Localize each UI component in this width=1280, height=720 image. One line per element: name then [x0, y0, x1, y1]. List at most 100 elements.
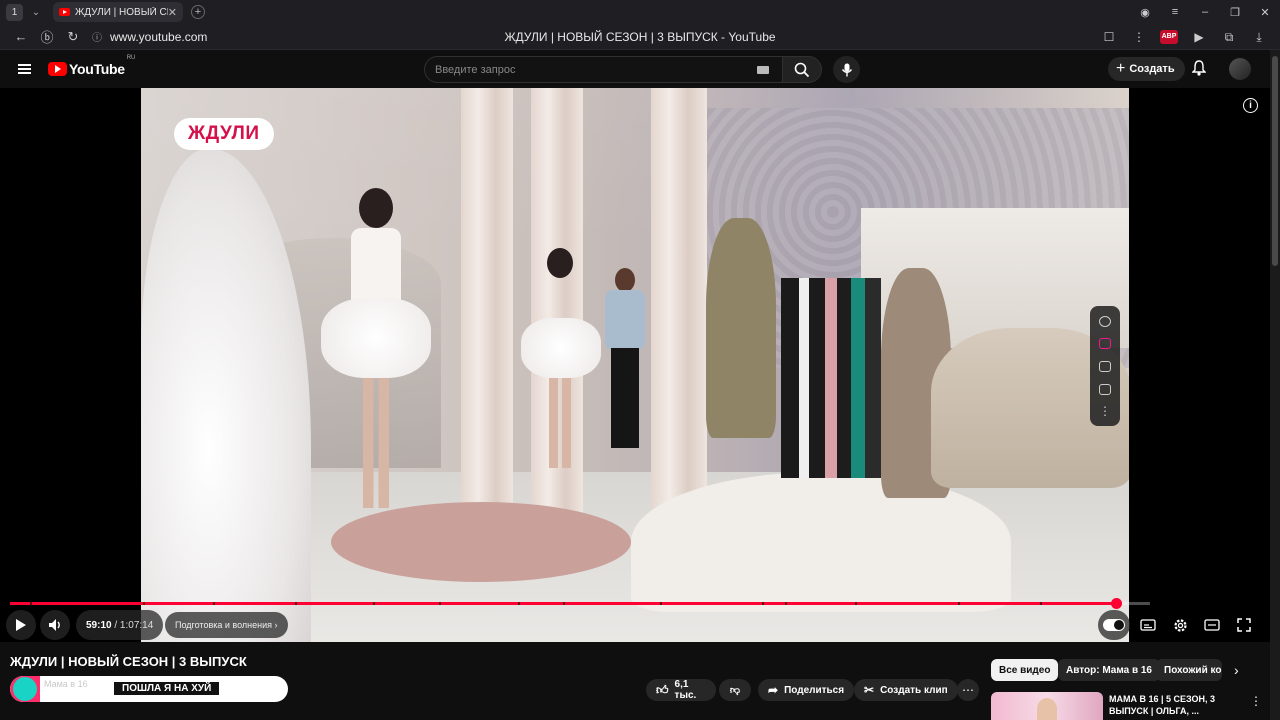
account-avatar[interactable] [1229, 58, 1251, 80]
chapter-marker [518, 602, 520, 605]
more-vert-icon[interactable]: ⋮ [1124, 30, 1154, 44]
minimize-button[interactable]: – [1190, 6, 1220, 18]
recommendation-thumbnail[interactable] [991, 692, 1103, 720]
thumbnail-face [1037, 698, 1057, 720]
browser-menu-icon[interactable]: ≡ [1160, 6, 1190, 18]
url-text: www.youtube.com [110, 29, 208, 44]
extensions-icon[interactable]: ⧉ [1214, 30, 1244, 45]
more-vert-icon[interactable]: ⋮ [1250, 694, 1262, 708]
clip-button[interactable]: ✂ Создать клип [854, 679, 958, 701]
channel-name[interactable]: Мама в 16 [44, 679, 88, 689]
autoplay-toggle[interactable] [1098, 610, 1130, 640]
mannequin [706, 218, 776, 438]
adblock-extension-icon[interactable]: ABP [1160, 30, 1178, 44]
video-player[interactable]: ЖДУЛИ i ⋮ 59:10 / 1:07:14 Подготовка и в… [0, 88, 1270, 642]
search-button[interactable] [782, 56, 822, 83]
youtube-favicon-icon [59, 8, 70, 16]
profile-icon[interactable]: ◉ [1130, 6, 1160, 19]
youtube-header: YouTube RU + Создать [0, 50, 1280, 88]
scrollbar-thumb[interactable] [1272, 56, 1278, 266]
chapter-marker [439, 602, 441, 605]
more-vert-icon[interactable]: ⋮ [1099, 405, 1111, 417]
hamburger-menu-icon[interactable] [0, 68, 48, 70]
pip-icon[interactable] [1099, 383, 1111, 395]
channel-avatar[interactable] [13, 677, 37, 701]
keyboard-icon[interactable] [757, 65, 769, 74]
logo-text: YouTube [69, 61, 125, 77]
download-icon[interactable]: ⤓ [1244, 30, 1274, 45]
plus-icon: + [1116, 60, 1126, 77]
chapter-label: Подготовка и волнения [175, 620, 272, 630]
reload-icon[interactable]: ↻ [60, 29, 86, 45]
chevron-down-icon[interactable]: ⌄ [27, 7, 45, 18]
share-icon: ➦ [768, 683, 779, 697]
chapter-marker [143, 602, 145, 605]
play-button[interactable] [6, 610, 36, 640]
create-label: Создать [1129, 63, 1175, 75]
protect-icon[interactable]: ⓑ [34, 27, 60, 46]
scissors-icon: ✂ [864, 683, 875, 697]
volume-button[interactable] [40, 610, 70, 640]
duration: / 1:07:14 [114, 619, 154, 631]
create-button[interactable]: + Создать [1108, 57, 1185, 81]
search-input[interactable] [435, 63, 757, 76]
chapter-marker [958, 602, 960, 605]
recommendation-title[interactable]: МАМА В 16 | 5 СЕЗОН, 3 ВЫПУСК | ОЛЬГА, .… [1109, 693, 1234, 717]
close-window-button[interactable]: ✕ [1250, 6, 1280, 19]
chapter-marker [762, 602, 764, 605]
channel-banner[interactable]: Мама в 16 ПОШЛА Я НА ХУЙ [10, 676, 288, 702]
tab-count-badge[interactable]: 1 [6, 3, 23, 21]
translate-icon[interactable] [1099, 338, 1111, 350]
person [601, 268, 649, 448]
thumbs-down-icon: 👎︎ [729, 685, 741, 696]
yandex-icon[interactable] [1099, 315, 1111, 327]
wedding-gown [141, 148, 311, 642]
like-button[interactable]: 👍︎ 6,1 тыс. [646, 679, 716, 701]
maximize-button[interactable]: ❐ [1220, 6, 1250, 19]
chapter-marker [660, 602, 662, 605]
subtitles-icon[interactable] [1099, 360, 1111, 372]
share-label: Поделиться [784, 684, 845, 696]
media-play-icon[interactable]: ▶ [1184, 30, 1214, 44]
theater-mode-button[interactable] [1198, 610, 1226, 640]
dislike-button[interactable]: 👎︎ [719, 679, 751, 701]
more-actions-button[interactable]: ⋯ [957, 679, 979, 701]
chapter-marker [373, 602, 375, 605]
url-field[interactable]: ⓘ www.youtube.com [92, 29, 208, 45]
browser-tab[interactable]: ЖДУЛИ | НОВЫЙ СЕЗ ✕ [53, 2, 183, 22]
gear-icon [1173, 618, 1187, 632]
chip-all-videos[interactable]: Все видео [991, 659, 1059, 681]
info-icon[interactable]: i [1243, 98, 1258, 113]
notifications-bell-icon[interactable] [1191, 60, 1207, 81]
reflection [521, 248, 601, 468]
play-icon [16, 619, 26, 631]
bookmark-icon[interactable]: ☐ [1094, 30, 1124, 44]
curtain [651, 88, 707, 538]
platform [631, 472, 1011, 612]
youtube-logo[interactable]: YouTube RU [48, 55, 135, 77]
clip-label: Создать клип [880, 684, 948, 696]
new-tab-button[interactable]: + [191, 5, 205, 19]
subtitles-button[interactable] [1134, 610, 1162, 640]
share-button[interactable]: ➦ Поделиться [758, 679, 855, 701]
more-horiz-icon: ⋯ [962, 683, 974, 697]
fullscreen-icon [1237, 618, 1251, 632]
video-title: ЖДУЛИ | НОВЫЙ СЕЗОН | 3 ВЫПУСК [10, 654, 247, 669]
chevron-right-icon[interactable]: › [1234, 662, 1239, 678]
back-arrow-icon[interactable]: ← [8, 29, 34, 44]
site-info-icon[interactable]: ⓘ [92, 29, 102, 44]
close-tab-icon[interactable]: ✕ [168, 6, 177, 19]
progress-bar[interactable] [10, 598, 1150, 609]
clothing-rack [781, 278, 881, 478]
chapter-button[interactable]: Подготовка и волнения › [165, 612, 288, 638]
scrubber-handle[interactable] [1110, 598, 1122, 609]
page-scrollbar[interactable] [1270, 50, 1280, 720]
chapter-marker [213, 602, 215, 605]
chapter-marker [295, 602, 297, 605]
settings-button[interactable] [1166, 610, 1194, 640]
video-frame[interactable]: ЖДУЛИ [141, 88, 1129, 642]
fullscreen-button[interactable] [1230, 610, 1258, 640]
voice-search-button[interactable] [833, 56, 860, 83]
chip-author[interactable]: Автор: Мама в 16 [1058, 659, 1160, 681]
chip-related[interactable]: Похожий контент [1156, 659, 1222, 681]
